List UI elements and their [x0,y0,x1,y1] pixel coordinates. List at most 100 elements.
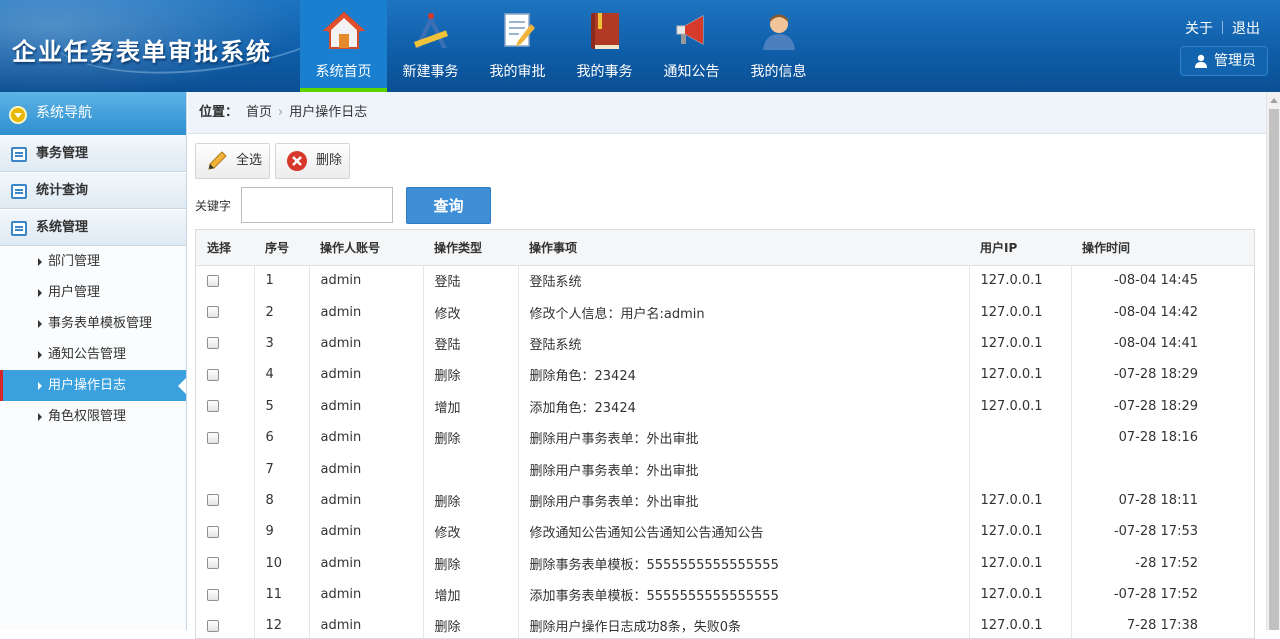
row-select-cell [196,578,255,611]
sidebar-item-operation-log[interactable]: 用户操作日志 [0,370,186,401]
row-select-cell [196,359,255,391]
row-ip: 127.0.0.1 [969,547,1072,579]
sidebar-item-form-templates[interactable]: 事务表单模板管理 [0,308,186,339]
nav-item-my-tasks[interactable]: 我的事务 [561,0,648,92]
main-content: 位置： 首页 › 用户操作日志 全选 删除 关键字 查询 选择 序号 操作人账号… [188,92,1266,639]
row-item: 登陆系统 [518,327,970,360]
nav-label: 系统首页 [315,64,372,80]
row-account: admin [309,578,424,611]
book-icon [591,13,619,49]
row-checkbox[interactable] [207,494,219,507]
main-nav: 系统首页 新建事务 我的审批 我的事务 通知公告 我的信息 [300,0,822,92]
sidebar-group-task-management[interactable]: 事务管理 [0,135,186,172]
row-checkbox[interactable] [207,619,219,632]
row-item: 删除用户事务表单：外出审批 [518,484,970,517]
table-row: 7 admin 删除用户事务表单：外出审批 [196,453,1254,485]
header-select: 选择 [196,230,254,266]
row-account: admin [309,547,424,579]
sidebar-group-label: 事务管理 [36,146,89,161]
sidebar-item-notices[interactable]: 通知公告管理 [0,339,186,370]
row-time: 07-28 18:16 [1118,430,1198,446]
sidebar-group-statistics[interactable]: 统计查询 [0,172,186,209]
row-item: 添加角色：23424 [518,390,970,422]
query-button[interactable]: 查询 [406,187,491,224]
row-item: 修改通知公告通知公告通知公告通知公告 [518,516,970,548]
delete-label: 删除 [316,153,343,168]
header-no: 序号 [254,230,309,266]
nav-item-notice[interactable]: 通知公告 [648,0,735,92]
row-type: 登陆 [423,265,519,297]
nav-label: 通知公告 [663,64,720,80]
user-badge[interactable]: 管理员 [1180,46,1268,76]
nav-item-home[interactable]: 系统首页 [300,0,387,92]
about-link[interactable]: 关于 [1185,21,1213,37]
row-no: 3 [254,327,310,360]
row-no: 6 [254,421,310,454]
select-all-button[interactable]: 全选 [195,143,270,179]
app-title: 企业任务表单审批系统 [12,38,272,66]
row-ip: 127.0.0.1 [969,390,1072,422]
row-select-cell [196,390,255,422]
chevron-down-icon [9,106,27,124]
row-checkbox[interactable] [207,525,219,538]
row-checkbox[interactable] [207,337,219,350]
sidebar-item-department[interactable]: 部门管理 [0,246,186,277]
table-row: 3 admin 登陆 登陆系统 127.0.0.1 -08-04 14:41 [196,327,1254,360]
list-icon [11,147,27,162]
sidebar-group-label: 统计查询 [36,183,89,198]
delete-button[interactable]: 删除 [275,143,350,179]
row-time [1071,453,1254,484]
scroll-thumb[interactable] [1269,109,1279,630]
keyword-input[interactable] [241,187,393,223]
draw-tools-icon [413,13,449,48]
row-checkbox[interactable] [207,400,219,413]
row-ip [969,453,1072,485]
row-item: 删除用户事务表单：外出审批 [518,453,970,485]
row-checkbox[interactable] [207,306,219,319]
sidebar-item-users[interactable]: 用户管理 [0,277,186,308]
logout-link[interactable]: 退出 [1232,21,1260,37]
row-no: 11 [254,578,310,611]
row-item: 删除角色：23424 [518,359,970,391]
row-account: admin [309,327,424,360]
row-no: 2 [254,296,310,328]
row-select-cell [196,327,255,360]
nav-item-my-approval[interactable]: 我的审批 [474,0,561,92]
breadcrumb-home[interactable]: 首页 [246,105,272,120]
table-row: 8 admin 删除 删除用户事务表单：外出审批 127.0.0.1 07-28 18:1… [196,484,1254,517]
scroll-up-icon[interactable] [1270,98,1278,103]
table-row: 5 admin 增加 添加角色：23424 127.0.0.1 -07-28 18:29 [196,390,1254,422]
row-ip [969,421,1072,454]
row-account: admin [309,359,424,391]
row-checkbox[interactable] [207,431,219,444]
row-no: 5 [254,390,310,422]
sidebar-item-role-permissions[interactable]: 角色权限管理 [0,401,186,432]
breadcrumb: 位置： 首页 › 用户操作日志 [188,92,1266,134]
row-account: admin [309,610,424,638]
row-item: 登陆系统 [518,265,970,297]
pencil-icon [208,151,227,170]
row-checkbox[interactable] [207,368,219,381]
row-no: 8 [254,484,310,517]
sidebar-title[interactable]: 系统导航 [0,92,186,135]
row-ip: 127.0.0.1 [969,610,1072,638]
nav-label: 新建事务 [402,64,459,80]
row-checkbox[interactable] [207,274,219,287]
row-checkbox[interactable] [207,588,219,601]
log-table: 选择 序号 操作人账号 操作类型 操作事项 用户IP 操作时间 1 admin 登陆… [195,229,1255,639]
page-scrollbar[interactable] [1266,92,1280,630]
row-item: 添加事务表单模板：5555555555555555 [518,578,970,611]
row-account: admin [309,296,424,328]
megaphone-icon [676,15,704,45]
sidebar-group-system[interactable]: 系统管理 [0,209,186,246]
row-time: -07-28 17:52 [1113,587,1198,603]
table-row: 12 admin 删除 删除用户操作日志成功8条，失败0条 127.0.0.1 7-28 … [196,610,1254,638]
row-time: -07-28 17:53 [1113,524,1198,540]
nav-label: 我的信息 [750,64,807,80]
nav-label: 我的事务 [576,64,633,80]
nav-item-new-task[interactable]: 新建事务 [387,0,474,92]
row-checkbox[interactable] [207,557,219,570]
row-select-cell [196,484,255,517]
nav-item-my-info[interactable]: 我的信息 [735,0,822,92]
row-ip: 127.0.0.1 [969,265,1072,297]
